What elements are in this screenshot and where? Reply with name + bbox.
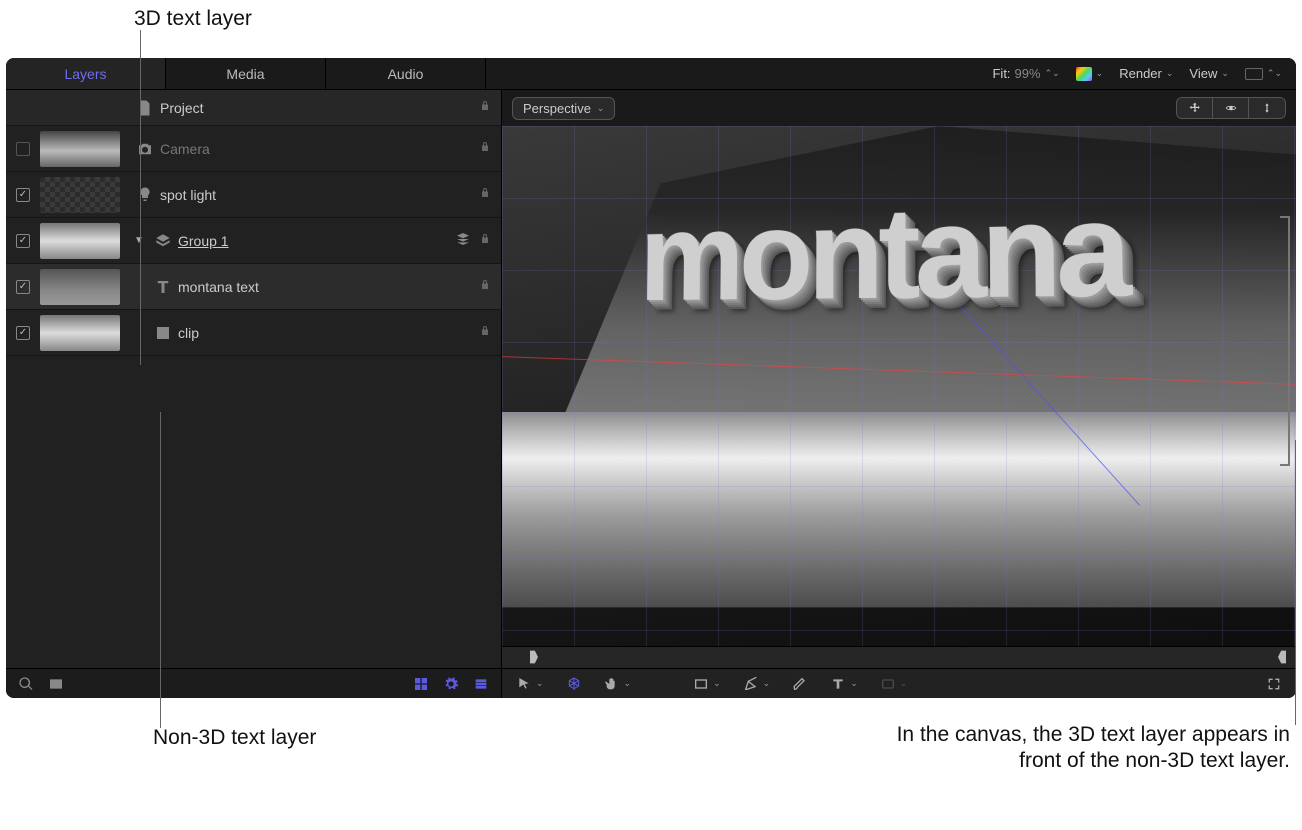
playhead-start-icon[interactable] <box>530 650 538 664</box>
dolly-3d-button[interactable] <box>1249 98 1285 118</box>
3d-group-icon <box>455 231 471 250</box>
canvas-toolbar-bottom: ⌄ ⌄ ⌄ ⌄ ⌄ ⌄ <box>502 668 1296 698</box>
rectangle-tool[interactable]: ⌄ <box>693 676 721 692</box>
text-tool[interactable]: ⌄ <box>830 676 858 692</box>
disclosure-triangle-icon[interactable]: ▼ <box>130 235 148 246</box>
3d-transform-tool[interactable] <box>566 676 582 692</box>
layer-label: Project <box>160 100 204 116</box>
lock-icon[interactable] <box>479 141 491 156</box>
canvas-ground-plane <box>502 412 1296 607</box>
layer-row-group1[interactable]: ✓ ▼ Group 1 <box>6 218 501 264</box>
top-tab-bar: Layers Media Audio Fit: 99% ⌃⌄ ⌄ Render⌄… <box>6 58 1296 90</box>
visibility-checkbox[interactable]: ✓ <box>16 188 30 202</box>
layer-row-montana-text[interactable]: ✓ montana text <box>6 264 501 310</box>
brush-tool[interactable] <box>792 676 808 692</box>
mini-timeline[interactable] <box>502 646 1296 668</box>
app-window: Layers Media Audio Fit: 99% ⌃⌄ ⌄ Render⌄… <box>6 58 1296 698</box>
fit-zoom-menu[interactable]: Fit: 99% ⌃⌄ <box>992 66 1059 81</box>
canvas-annotation-bracket <box>1280 216 1290 466</box>
layers-sidebar: Project Camera ✓ spot light ✓ <box>6 90 502 698</box>
camera-icon <box>136 140 154 158</box>
layer-thumbnail <box>40 223 120 259</box>
playhead-end-icon[interactable] <box>1278 650 1286 664</box>
layer-label: Camera <box>160 141 210 157</box>
lightbulb-icon <box>136 186 154 204</box>
tab-audio[interactable]: Audio <box>326 58 486 89</box>
pen-tool[interactable]: ⌄ <box>743 676 771 692</box>
tab-layers[interactable]: Layers <box>6 58 166 89</box>
mask-tool[interactable]: ⌄ <box>880 676 908 692</box>
annotation-non3d-text-layer: Non-3D text layer <box>153 725 316 751</box>
gear-icon[interactable] <box>443 676 459 692</box>
color-swatch-icon <box>1245 68 1263 80</box>
layer-label: spot light <box>160 187 216 203</box>
camera-view-picker[interactable]: Perspective⌄ <box>512 97 615 120</box>
annotation-3d-text-layer: 3D text layer <box>134 6 252 32</box>
layer-thumbnail <box>40 131 120 167</box>
canvas-viewport[interactable]: montana <box>502 126 1296 646</box>
lock-icon[interactable] <box>479 325 491 340</box>
visibility-checkbox[interactable] <box>16 142 30 156</box>
pan-3d-button[interactable] <box>1177 98 1213 118</box>
layer-thumbnail <box>40 269 120 305</box>
layer-label: Group 1 <box>178 233 229 249</box>
layer-row-project[interactable]: Project <box>6 90 501 126</box>
sidebar-footer <box>6 668 501 698</box>
lock-icon[interactable] <box>479 100 491 115</box>
layer-row-clip[interactable]: ✓ clip <box>6 310 501 356</box>
color-channel-menu[interactable]: ⌄ <box>1076 67 1104 81</box>
view-menu[interactable]: View⌄ <box>1189 66 1229 81</box>
layer-row-camera[interactable]: Camera <box>6 126 501 172</box>
lock-icon[interactable] <box>479 187 491 202</box>
layers-stack-icon <box>154 232 172 250</box>
visibility-checkbox[interactable]: ✓ <box>16 280 30 294</box>
rainbow-swatch-icon <box>1076 67 1092 81</box>
checker-toggle-icon[interactable] <box>413 676 429 692</box>
annotation-canvas-3d-front: In the canvas, the 3D text layer appears… <box>860 722 1290 775</box>
3d-text-icon <box>154 278 172 296</box>
tab-media[interactable]: Media <box>166 58 326 89</box>
background-color-picker[interactable]: ⌃⌄ <box>1245 68 1282 80</box>
fullscreen-toggle[interactable] <box>1266 676 1282 692</box>
visibility-checkbox[interactable]: ✓ <box>16 234 30 248</box>
visibility-checkbox[interactable]: ✓ <box>16 326 30 340</box>
stack-view-icon[interactable] <box>473 676 489 692</box>
orbit-3d-button[interactable] <box>1213 98 1249 118</box>
select-tool[interactable]: ⌄ <box>516 676 544 692</box>
search-icon[interactable] <box>18 676 34 692</box>
document-icon <box>136 99 154 117</box>
layer-label: montana text <box>178 279 259 295</box>
lock-icon[interactable] <box>479 279 491 294</box>
layer-thumbnail <box>40 177 120 213</box>
render-menu[interactable]: Render⌄ <box>1119 66 1173 81</box>
filmstrip-icon <box>154 324 172 342</box>
layer-thumbnail <box>40 315 120 351</box>
layer-row-spot-light[interactable]: ✓ spot light <box>6 172 501 218</box>
hand-tool[interactable]: ⌄ <box>604 676 632 692</box>
frame-icon[interactable] <box>48 676 64 692</box>
transform-segmented-control <box>1176 97 1286 119</box>
layer-label: clip <box>178 325 199 341</box>
canvas-panel: Perspective⌄ montana <box>502 90 1296 698</box>
lock-icon[interactable] <box>479 233 491 248</box>
3d-text-object[interactable]: montana <box>639 171 1127 329</box>
